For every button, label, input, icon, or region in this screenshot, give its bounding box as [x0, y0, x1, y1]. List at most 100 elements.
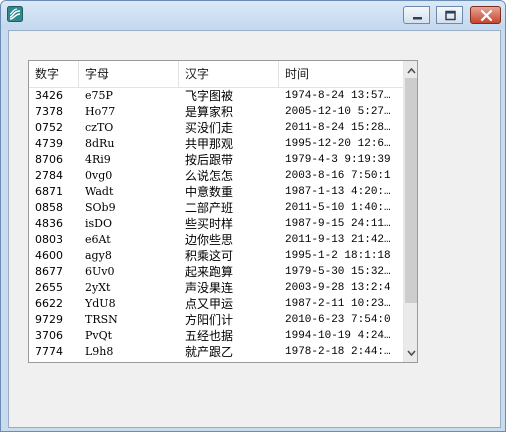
cell-letters: e75P [85, 89, 113, 102]
cell-hanzi: 二部产班 [185, 201, 234, 215]
cell-time: 2005-12-10 5:27:18 [285, 106, 397, 118]
table-row[interactable]: 4600 agy8 积乘这可 1995-1-2 18:1:18 [29, 248, 403, 264]
client-area: 数字 字母 汉字 时间 3426 e75P 飞字图被 1974-8-24 13:57:… [8, 30, 501, 428]
table-row[interactable]: 2784 0vg0 么说怎怎 2003-8-16 7:50:1 [29, 168, 403, 184]
cell-number: 8706 [35, 153, 63, 166]
cell-letters: L9h8 [85, 345, 114, 358]
table-row[interactable]: 4739 8dRu 共甲那观 1995-12-20 12:6... [29, 136, 403, 152]
cell-time: 1974-8-24 13:57:56 [285, 90, 397, 102]
table-row[interactable]: 6622 YdU8 点又甲运 1987-2-11 10:23:38 [29, 296, 403, 312]
cell-time: 1979-4-3 9:19:39 [285, 154, 391, 166]
cell-number: 4836 [35, 217, 63, 230]
vertical-scrollbar[interactable] [403, 61, 417, 362]
column-header-number[interactable]: 数字 [29, 61, 79, 87]
scroll-up-button[interactable] [405, 63, 417, 77]
cell-hanzi: 些买时样 [185, 217, 234, 231]
column-header-letters[interactable]: 字母 [79, 61, 179, 87]
table-row[interactable]: 0803 e6At 边你些思 2011-9-13 21:42:45 [29, 232, 403, 248]
cell-number: 7378 [35, 105, 63, 118]
cell-hanzi: 就产跟乙 [185, 345, 234, 359]
cell-time: 1994-10-19 4:24:24 [285, 330, 397, 342]
cell-letters: 2yXt [85, 281, 111, 294]
table-row[interactable]: 3706 PvQt 五经也据 1994-10-19 4:24:24 [29, 328, 403, 344]
table-row[interactable]: 0752 czTO 买没们走 2011-8-24 15:28:42 [29, 120, 403, 136]
cell-letters: e6At [85, 233, 111, 246]
cell-time: 1995-12-20 12:6... [285, 138, 397, 150]
title-bar[interactable] [1, 1, 505, 29]
app-icon[interactable] [7, 6, 23, 22]
cell-letters: SOb9 [85, 201, 116, 214]
cell-time: 2011-8-24 15:28:42 [285, 122, 397, 134]
cell-time: 2011-5-10 1:40:59 [285, 202, 397, 214]
cell-time: 2003-9-28 13:2:4 [285, 282, 391, 294]
cell-number: 0752 [35, 121, 63, 134]
cell-letters: 0vg0 [85, 169, 113, 182]
list-header: 数字 字母 汉字 时间 [29, 61, 403, 88]
cell-letters: czTO [85, 121, 114, 134]
cell-hanzi: 按后跟带 [185, 153, 234, 167]
cell-number: 2655 [35, 281, 63, 294]
cell-number: 2784 [35, 169, 63, 182]
cell-hanzi: 声没果连 [185, 281, 234, 295]
table-row[interactable]: 8706 4Ri9 按后跟带 1979-4-3 9:19:39 [29, 152, 403, 168]
cell-time: 1978-2-18 2:44:47 [285, 346, 397, 358]
table-row[interactable]: 7378 Ho77 是算家积 2005-12-10 5:27:18 [29, 104, 403, 120]
main-window: 数字 字母 汉字 时间 3426 e75P 飞字图被 1974-8-24 13:57:… [0, 0, 506, 432]
cell-letters: Ho77 [85, 105, 116, 118]
cell-time: 1987-9-15 24:11:21 [285, 218, 397, 230]
cell-letters: 8dRu [85, 137, 115, 150]
cell-letters: TRSN [85, 313, 118, 326]
cell-letters: YdU8 [85, 297, 116, 310]
table-row[interactable]: 7774 L9h8 就产跟乙 1978-2-18 2:44:47 [29, 344, 403, 360]
column-header-hanzi[interactable]: 汉字 [179, 61, 279, 87]
scroll-thumb[interactable] [405, 78, 417, 303]
column-header-time[interactable]: 时间 [279, 61, 403, 87]
cell-number: 9729 [35, 313, 63, 326]
cell-hanzi: 积乘这可 [185, 249, 234, 263]
minimize-icon [413, 17, 422, 20]
cell-hanzi: 边你些思 [185, 233, 234, 247]
cell-number: 8677 [35, 265, 63, 278]
list-view[interactable]: 数字 字母 汉字 时间 3426 e75P 飞字图被 1974-8-24 13:57:… [28, 60, 418, 363]
cell-hanzi: 点又甲运 [185, 297, 234, 311]
table-row[interactable]: 0858 SOb9 二部产班 2011-5-10 1:40:59 [29, 200, 403, 216]
cell-time: 2011-9-13 21:42:45 [285, 234, 397, 246]
table-row[interactable]: 2655 2yXt 声没果连 2003-9-28 13:2:4 [29, 280, 403, 296]
cell-number: 6871 [35, 185, 63, 198]
cell-number: 7774 [35, 345, 63, 358]
cell-number: 4739 [35, 137, 63, 150]
cell-letters: PvQt [85, 329, 113, 342]
table-row[interactable]: 8677 6Uv0 起来跑算 1979-5-30 15:32:41 [29, 264, 403, 280]
table-row[interactable]: 4836 isDO 些买时样 1987-9-15 24:11:21 [29, 216, 403, 232]
cell-hanzi: 中意数重 [185, 185, 234, 199]
table-row[interactable]: 6871 Wadt 中意数重 1987-1-13 4:20:24 [29, 184, 403, 200]
cell-time: 2003-8-16 7:50:1 [285, 170, 391, 182]
cell-hanzi: 是算家积 [185, 105, 234, 119]
cell-number: 6622 [35, 297, 63, 310]
table-row[interactable]: 9729 TRSN 方阳们计 2010-6-23 7:54:0 [29, 312, 403, 328]
scroll-down-button[interactable] [405, 345, 417, 359]
cell-hanzi: 么说怎怎 [185, 169, 234, 183]
list-rows: 3426 e75P 飞字图被 1974-8-24 13:57:56 7378 Ho77 是算… [29, 88, 403, 362]
cell-number: 3426 [35, 89, 63, 102]
close-icon [480, 9, 493, 22]
cell-number: 4600 [35, 249, 63, 262]
cell-letters: isDO [85, 217, 113, 230]
maximize-icon [445, 10, 456, 21]
cell-hanzi: 共甲那观 [185, 137, 234, 151]
cell-hanzi: 飞字图被 [185, 89, 234, 103]
cell-letters: agy8 [85, 249, 112, 262]
table-row[interactable]: 3426 e75P 飞字图被 1974-8-24 13:57:56 [29, 88, 403, 104]
cell-time: 1987-2-11 10:23:38 [285, 298, 397, 310]
maximize-button[interactable] [436, 6, 463, 24]
cell-number: 0803 [35, 233, 63, 246]
close-button[interactable] [470, 6, 501, 24]
cell-hanzi: 五经也据 [185, 329, 234, 343]
cell-hanzi: 起来跑算 [185, 265, 234, 279]
cell-number: 0858 [35, 201, 63, 214]
cell-letters: 6Uv0 [85, 265, 115, 278]
cell-time: 1995-1-2 18:1:18 [285, 250, 391, 262]
cell-time: 2010-6-23 7:54:0 [285, 314, 391, 326]
minimize-button[interactable] [403, 6, 430, 24]
cell-letters: Wadt [85, 185, 114, 198]
